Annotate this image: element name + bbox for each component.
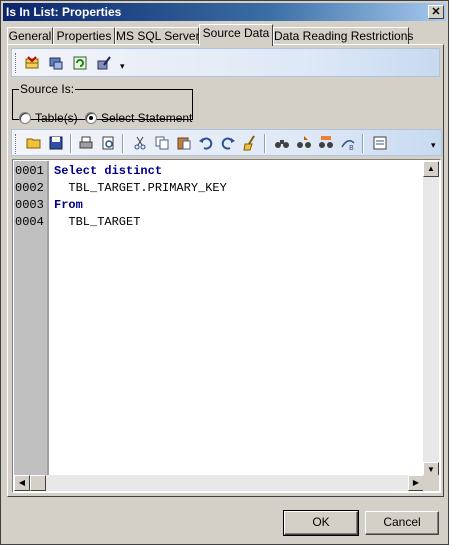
query-builder-icon[interactable] xyxy=(94,53,114,73)
sql-options-icon[interactable] xyxy=(370,133,390,153)
source-legend: Source Is: xyxy=(20,82,75,96)
save-icon[interactable] xyxy=(46,133,66,153)
redo-icon[interactable] xyxy=(218,133,238,153)
scroll-left-icon[interactable]: ◀ xyxy=(14,475,30,491)
close-button[interactable]: ✕ xyxy=(428,5,444,19)
radio-select-statement-label: Select Statement xyxy=(101,111,193,125)
scrollbar-corner xyxy=(423,475,439,491)
ok-button[interactable]: OK xyxy=(283,510,359,536)
radio-tables[interactable]: Table(s) xyxy=(19,111,78,125)
print-preview-icon[interactable] xyxy=(98,133,118,153)
toolbar-overflow-icon[interactable]: ▾ xyxy=(120,61,128,71)
find-icon[interactable] xyxy=(272,133,292,153)
source-toolbar: ▾ xyxy=(11,48,440,77)
window-title: Is In List: Properties xyxy=(6,5,122,19)
radio-select-statement[interactable]: Select Statement xyxy=(85,111,192,125)
line-number: 0002 xyxy=(15,181,44,195)
print-icon[interactable] xyxy=(76,133,96,153)
source-group: Source Is: Table(s) Select Statement xyxy=(12,82,193,125)
line-number: 0001 xyxy=(15,164,44,178)
tab-ms-sql-server[interactable]: MS SQL Server xyxy=(115,27,200,45)
tab-properties[interactable]: Properties xyxy=(53,27,115,45)
tab-data-reading-restrictions[interactable]: Data Reading Restrictions xyxy=(273,27,413,45)
source-data-panel: ▾ Source Is: Table(s) Select Statement B… xyxy=(7,44,444,497)
tab-general[interactable]: General xyxy=(7,27,53,45)
code-line[interactable]: TBL_TARGET.PRIMARY_KEY xyxy=(54,181,226,195)
open-icon[interactable] xyxy=(24,133,44,153)
sql-editor[interactable]: 0001 Select distinct 0002 TBL_TARGET.PRI… xyxy=(12,159,441,493)
editor-toolbar-grip[interactable] xyxy=(15,134,18,154)
toolbar-grip[interactable] xyxy=(15,53,18,73)
horizontal-scrollbar[interactable]: ◀ ▶ xyxy=(14,475,424,491)
database-icon[interactable] xyxy=(46,53,66,73)
svg-text:B: B xyxy=(349,144,354,151)
copy-icon[interactable] xyxy=(152,133,172,153)
properties-dialog: Is In List: Properties ✕ General Propert… xyxy=(0,0,449,545)
replace-icon[interactable] xyxy=(316,133,336,153)
tab-source-data[interactable]: Source Data xyxy=(199,24,273,46)
radio-tables-indicator[interactable] xyxy=(19,112,31,124)
toolbar-separator xyxy=(122,134,124,153)
code-line[interactable]: Select distinct xyxy=(54,164,162,178)
table-wizard-icon[interactable] xyxy=(22,53,42,73)
toolbar-separator xyxy=(362,134,364,153)
toolbar-separator xyxy=(264,134,266,153)
editor-toolbar: B ▾ xyxy=(11,129,442,156)
clear-icon[interactable] xyxy=(240,133,260,153)
goto-icon[interactable]: B xyxy=(338,133,358,153)
code-line[interactable]: From xyxy=(54,198,83,212)
editor-toolbar-overflow-icon[interactable]: ▾ xyxy=(431,140,439,150)
toolbar-separator xyxy=(70,134,72,153)
undo-icon[interactable] xyxy=(196,133,216,153)
code-line[interactable]: TBL_TARGET xyxy=(54,215,140,229)
cut-icon[interactable] xyxy=(130,133,150,153)
scroll-up-icon[interactable]: ▲ xyxy=(423,161,439,177)
radio-tables-label: Table(s) xyxy=(35,111,78,125)
title-bar[interactable]: Is In List: Properties ✕ xyxy=(3,3,446,21)
scroll-right-icon[interactable]: ▶ xyxy=(408,475,424,491)
horizontal-scroll-thumb[interactable] xyxy=(30,475,46,491)
radio-select-statement-indicator[interactable] xyxy=(85,112,97,124)
refresh-icon[interactable] xyxy=(70,53,90,73)
line-number: 0003 xyxy=(15,198,44,212)
vertical-scrollbar[interactable]: ▲ ▼ xyxy=(423,161,439,478)
paste-icon[interactable] xyxy=(174,133,194,153)
find-next-icon[interactable] xyxy=(294,133,314,153)
line-number: 0004 xyxy=(15,215,44,229)
cancel-button[interactable]: Cancel xyxy=(365,511,439,535)
